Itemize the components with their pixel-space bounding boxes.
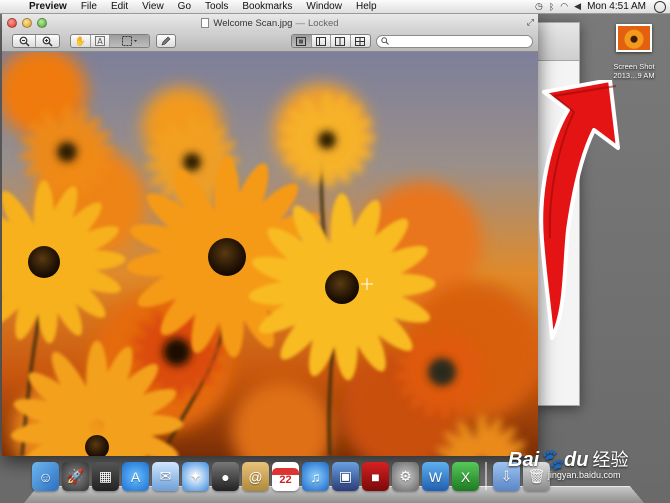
menu-go[interactable]: Go (171, 1, 198, 12)
move-tool-button[interactable]: ✋ (71, 35, 91, 47)
minimize-button[interactable] (22, 18, 32, 28)
dock-mail-icon[interactable]: ✉ (152, 462, 179, 491)
bluetooth-icon[interactable]: ᛒ (549, 2, 554, 12)
calendar-day: 22 (279, 473, 292, 486)
baidu-paw-icon: 🐾 (539, 449, 565, 471)
dock-excel-icon[interactable]: X (452, 462, 479, 491)
search-icon (381, 36, 389, 47)
screenshot-thumbnail (616, 24, 652, 52)
annotate-group (156, 34, 176, 48)
svg-text:A: A (97, 37, 103, 46)
view-contact-sheet-button[interactable] (331, 35, 351, 47)
dock-app-store-icon[interactable]: A (122, 462, 149, 491)
zoom-control (12, 34, 60, 48)
zoom-out-icon (19, 36, 30, 47)
menu-window[interactable]: Window (299, 1, 349, 12)
selection-tool-button[interactable] (110, 35, 149, 47)
menu-view[interactable]: View (135, 1, 171, 12)
red-arrow-annotation (539, 80, 620, 340)
menu-tools[interactable]: Tools (198, 1, 235, 12)
search-input[interactable] (376, 35, 533, 48)
menu-clock[interactable]: Mon 4:51 AM (587, 1, 646, 12)
dock-safari-icon[interactable]: ✦ (182, 462, 209, 491)
hand-icon: ✋ (74, 35, 86, 46)
volume-icon[interactable]: ◀ (574, 1, 581, 12)
flower-photo (2, 52, 538, 456)
window-titlebar[interactable]: Welcome Scan.jpg — Locked ⤢ (2, 14, 538, 32)
zoom-in-icon (42, 36, 53, 47)
view-content-only-button[interactable] (292, 35, 312, 47)
pencil-icon (161, 36, 171, 46)
desktop-file-label: Screen Shot 2013…9 AM (606, 62, 662, 80)
file-label-line1: Screen Shot (613, 62, 655, 71)
text-tool-button[interactable]: A (91, 35, 111, 47)
window-title: Welcome Scan.jpg (213, 17, 293, 29)
background-window-toolbar (537, 23, 579, 61)
document-proxy-icon[interactable] (201, 18, 210, 28)
dock-itunes-icon[interactable]: ♫ (302, 462, 329, 491)
watermark-jingyan: 经验 (592, 450, 629, 470)
image-canvas[interactable] (2, 52, 538, 456)
annotate-button[interactable] (157, 35, 175, 47)
menu-bar: Preview File Edit View Go Tools Bookmark… (0, 0, 670, 14)
dock-iphoto-icon[interactable]: ▣ (332, 462, 359, 491)
menu-file[interactable]: File (74, 1, 104, 12)
close-button[interactable] (7, 18, 17, 28)
file-label-line2: 2013…9 AM (613, 71, 655, 80)
zoom-in-button[interactable] (36, 35, 59, 47)
preview-window: Welcome Scan.jpg — Locked ⤢ ✋ A (2, 14, 538, 456)
text-select-icon: A (94, 36, 105, 46)
window-controls (7, 18, 47, 28)
dock-contacts-icon[interactable]: @ (242, 462, 269, 491)
baidu-watermark: Bai🐾du 经验 jingyan.baidu.com (508, 446, 628, 480)
watermark-logo: Bai🐾du (508, 449, 589, 471)
view-thumbnails-button[interactable] (312, 35, 331, 47)
dock-items: ☺ 🚀 ▦ A ✉ ✦ ● @ 22 ♫ ▣ ■ ⚙ W X ⇩ 🗑 (32, 462, 550, 491)
menu-help[interactable]: Help (349, 1, 384, 12)
thumbnails-icon (315, 36, 326, 46)
dock-finder-icon[interactable]: ☺ (32, 462, 59, 491)
view-grid-button[interactable] (351, 35, 370, 47)
menu-bookmarks[interactable]: Bookmarks (235, 1, 299, 12)
wifi-icon[interactable]: ◠ (560, 1, 568, 12)
dock-system-preferences-icon[interactable]: ⚙ (392, 462, 419, 491)
desktop-screenshot-file[interactable]: Screen Shot 2013…9 AM (606, 24, 662, 80)
title-separator: — (295, 17, 305, 29)
single-view-icon (296, 36, 307, 46)
fullscreen-icon[interactable]: ⤢ (527, 17, 534, 28)
menu-edit[interactable]: Edit (104, 1, 135, 12)
menu-app-preview[interactable]: Preview (22, 1, 74, 12)
grid-icon (355, 36, 366, 46)
tool-selector: ✋ A (70, 34, 150, 48)
spotlight-icon[interactable] (654, 0, 666, 13)
dock-launchpad-icon[interactable]: 🚀 (62, 462, 89, 491)
zoom-button[interactable] (37, 18, 47, 28)
view-mode-group (291, 34, 371, 48)
dock-photo-booth-icon[interactable]: ■ (362, 462, 389, 491)
time-machine-icon[interactable]: ◷ (535, 1, 543, 12)
dock-facetime-icon[interactable]: ● (212, 462, 239, 491)
title-locked-status[interactable]: Locked (308, 18, 339, 29)
dock-word-icon[interactable]: W (422, 462, 449, 491)
dock-mission-control-icon[interactable]: ▦ (92, 462, 119, 491)
zoom-out-button[interactable] (13, 35, 37, 47)
rect-selection-icon (121, 36, 137, 46)
dock-calendar-icon[interactable]: 22 (272, 462, 299, 491)
window-toolbar: ✋ A (2, 32, 538, 52)
dock-separator (485, 462, 487, 490)
sidebar-icon (335, 36, 346, 46)
